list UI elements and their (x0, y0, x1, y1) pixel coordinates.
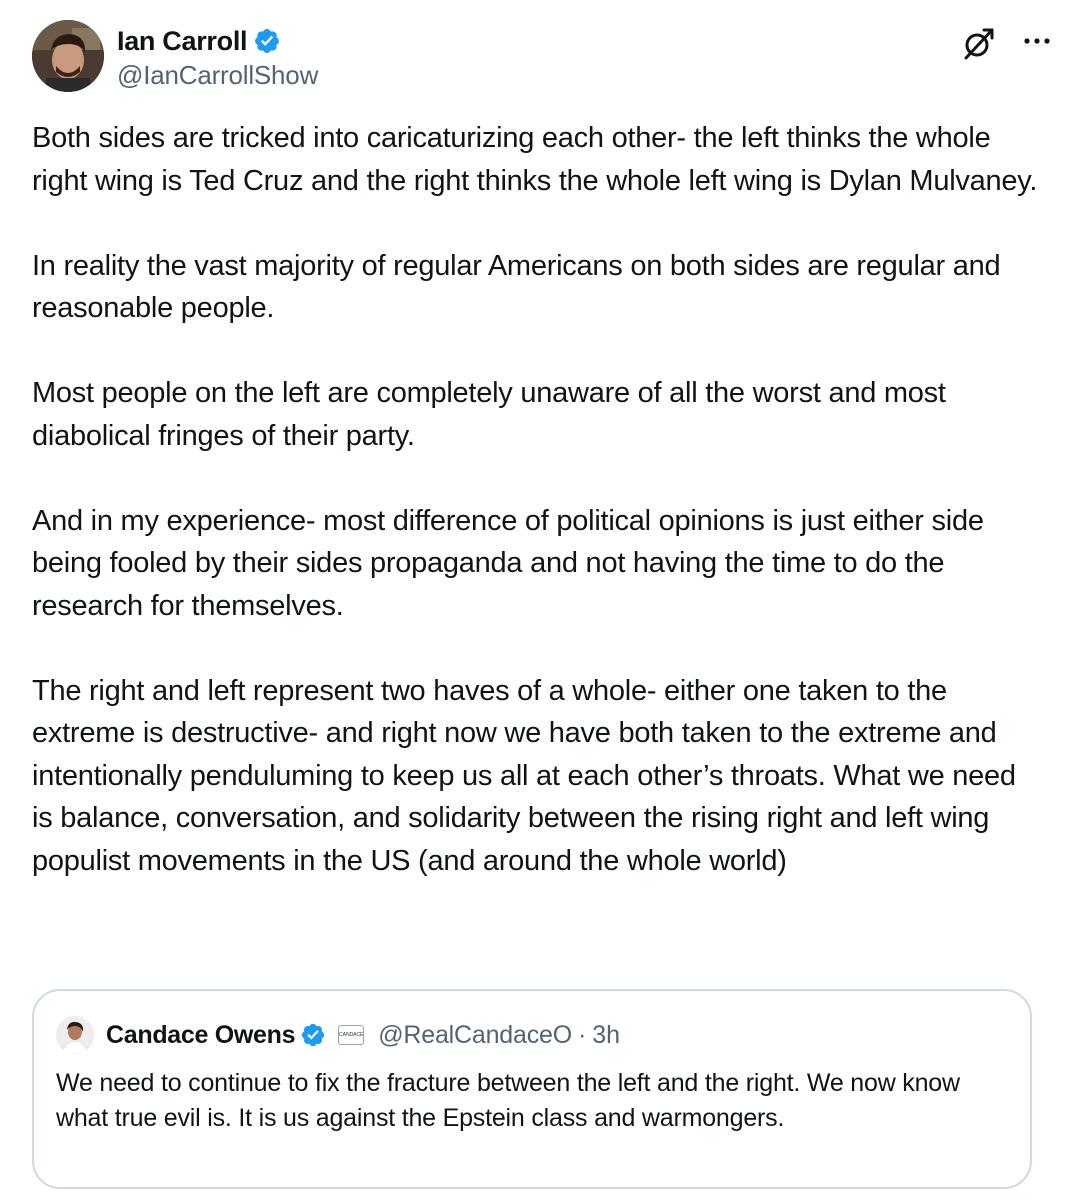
affiliation-badge-icon[interactable]: CANDACE (338, 1025, 365, 1045)
author-handle[interactable]: @IanCarrollShow (117, 60, 318, 91)
tweet-body: Both sides are tricked into caricaturizi… (32, 117, 1042, 882)
quoted-author-display-name[interactable]: Candace Owens (106, 1021, 296, 1050)
quoted-tweet-body: We need to continue to fix the fracture … (56, 1066, 1006, 1136)
grok-icon[interactable] (960, 26, 996, 62)
more-options-icon[interactable] (1022, 34, 1052, 48)
separator-dot: · (577, 1020, 587, 1049)
quoted-tweet-header: Candace Owens CANDACE @RealCandaceO · 3h (56, 1015, 620, 1055)
quoted-author-handle[interactable]: @RealCandaceO (378, 1021, 572, 1050)
tweet-paragraph: Both sides are tricked into caricaturizi… (32, 122, 1038, 197)
quoted-avatar[interactable] (56, 1016, 94, 1054)
tweet-paragraph: Most people on the left are completely u… (32, 377, 954, 452)
quoted-timestamp[interactable]: 3h (592, 1021, 620, 1050)
tweet-paragraph: In reality the vast majority of regular … (32, 249, 1009, 325)
author-block: Ian Carroll @IanCarrollShow (117, 22, 318, 91)
affiliation-badge-text: CANDACE (339, 1032, 364, 1038)
avatar[interactable] (32, 20, 104, 92)
author-display-name[interactable]: Ian Carroll (117, 26, 248, 57)
verified-badge-icon[interactable] (300, 1022, 326, 1048)
quoted-tweet[interactable]: Candace Owens CANDACE @RealCandaceO · 3h… (32, 989, 1032, 1189)
name-row: Ian Carroll (117, 22, 318, 60)
tweet[interactable]: Ian Carroll @IanCarrollShow Both sides a… (0, 0, 1081, 1200)
verified-badge-icon[interactable] (253, 27, 281, 55)
tweet-header: Ian Carroll @IanCarrollShow (32, 20, 1052, 96)
tweet-paragraph: And in my experience- most difference of… (32, 504, 992, 622)
quoted-tweet-text: We need to continue to fix the fracture … (56, 1069, 960, 1132)
tweet-paragraph: The right and left represent two haves o… (32, 674, 1024, 877)
